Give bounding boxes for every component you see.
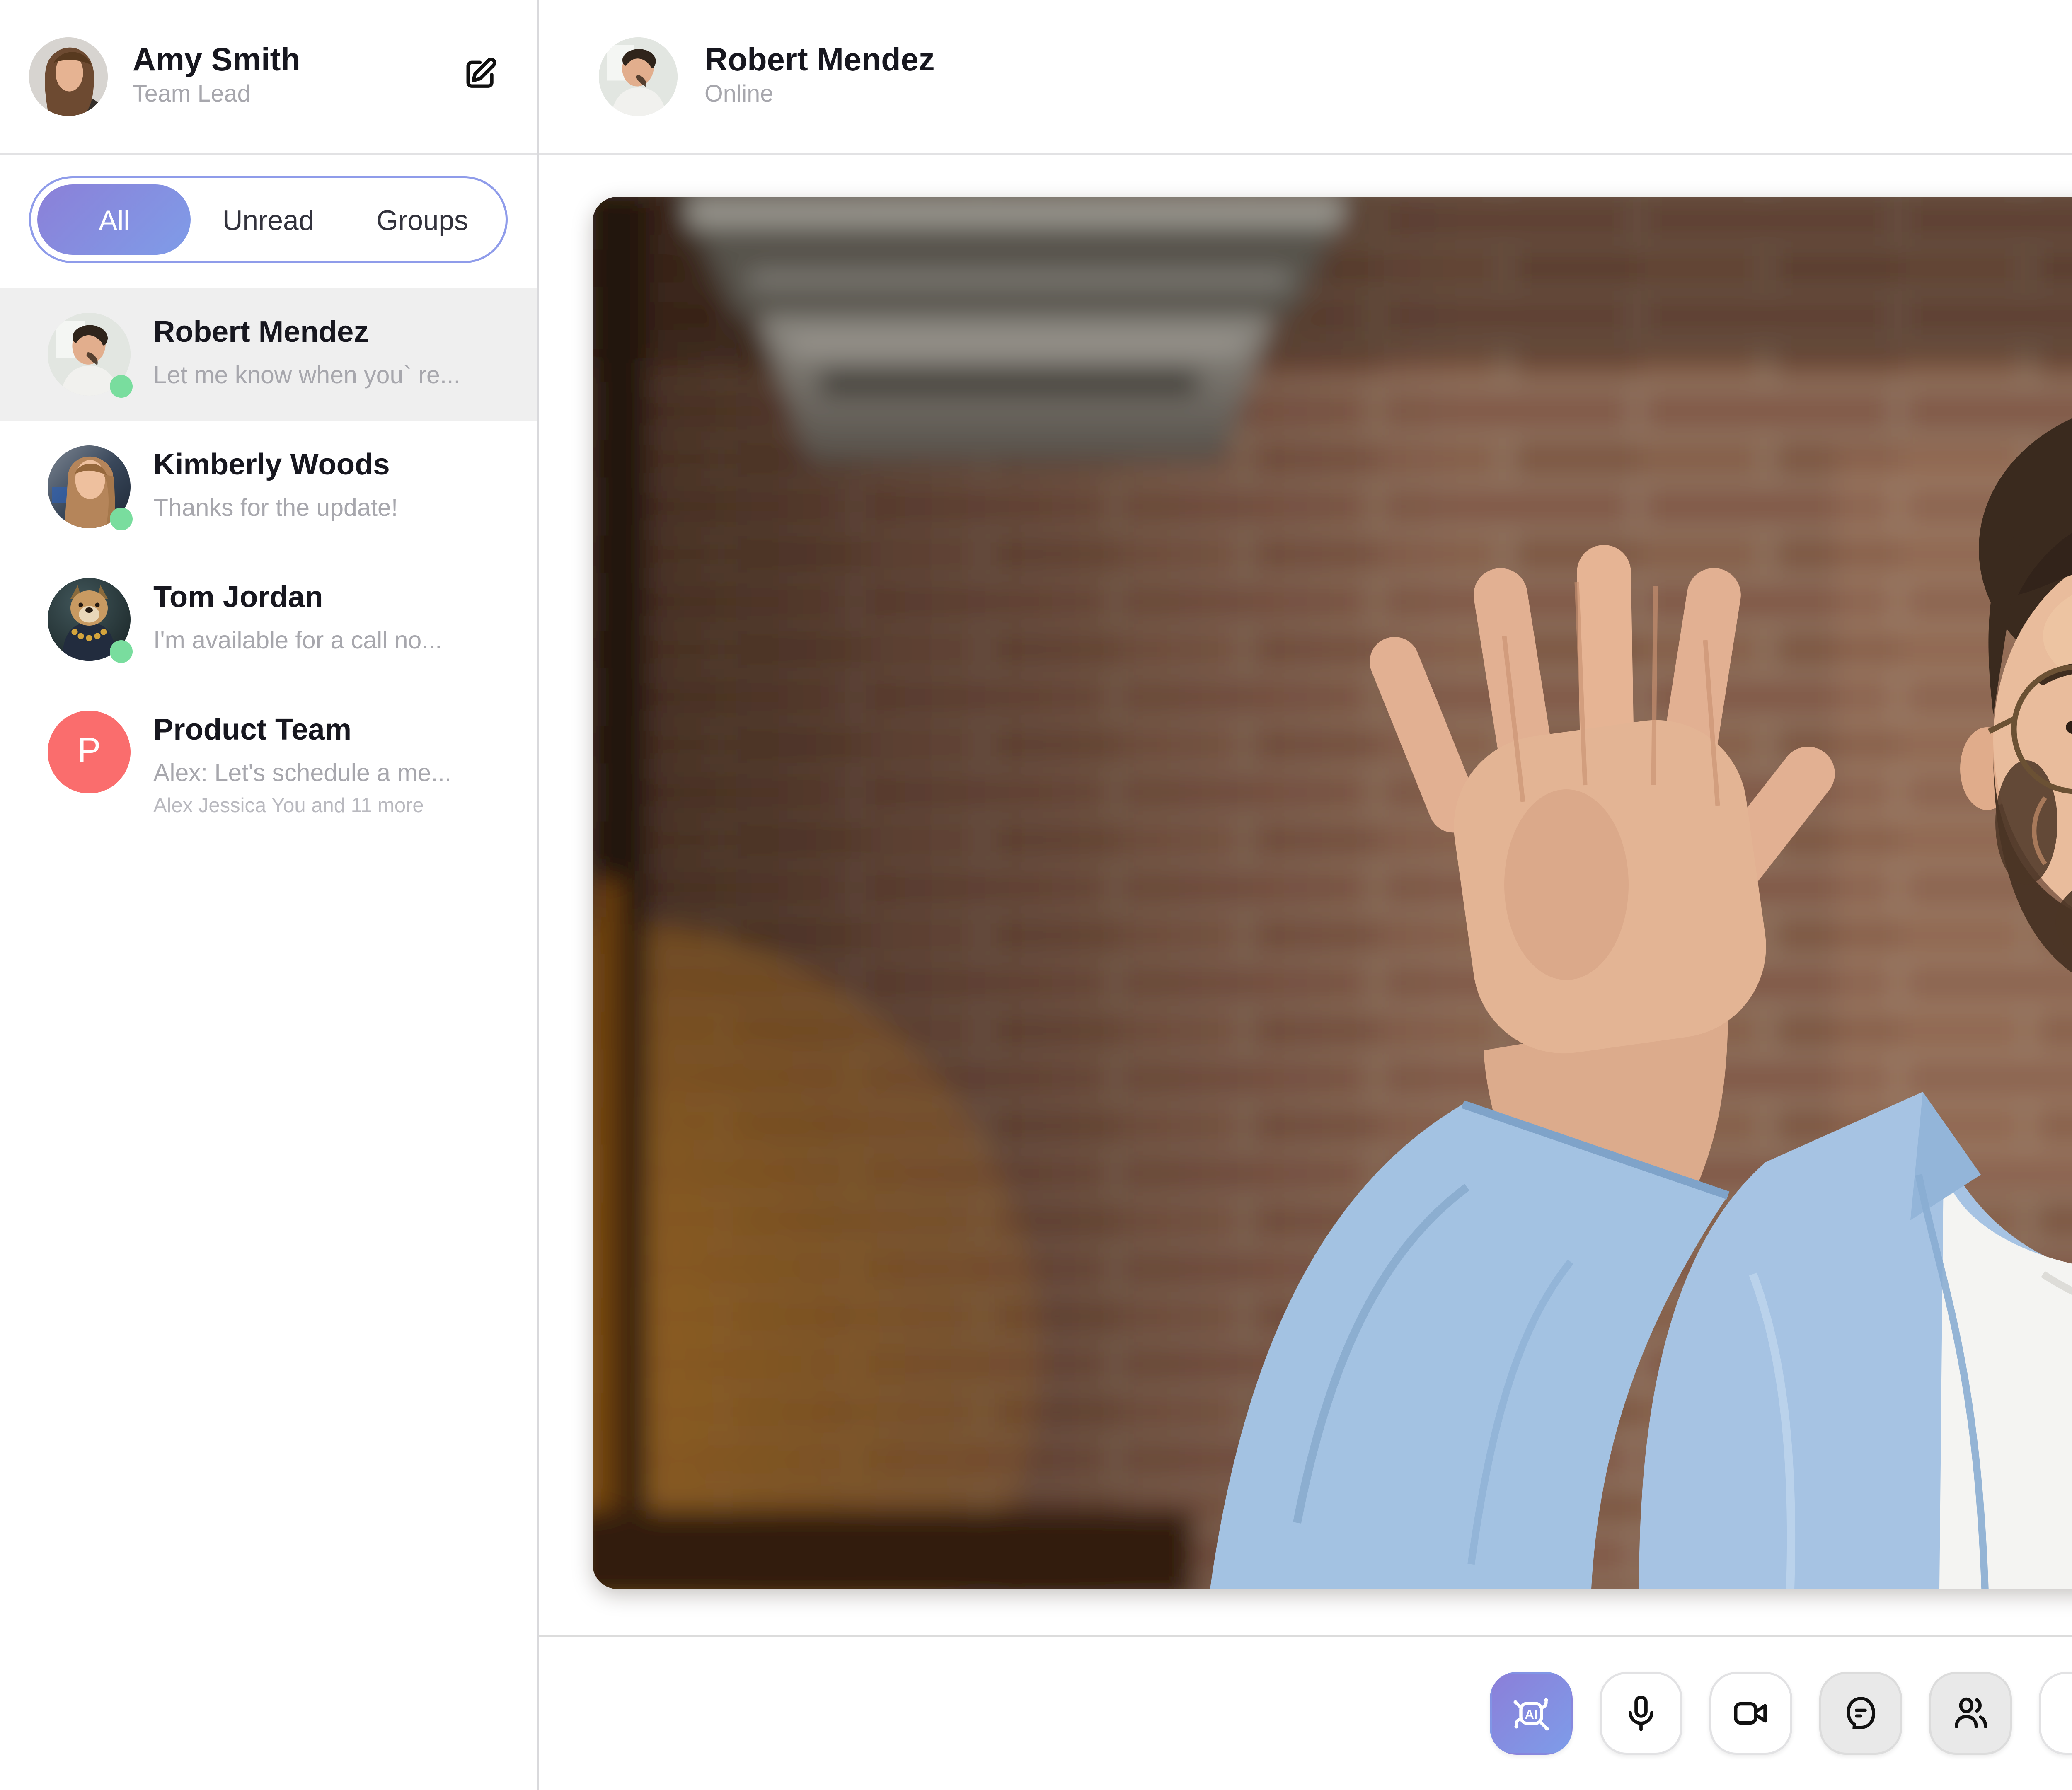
avatar bbox=[48, 313, 131, 396]
new-chat-button[interactable] bbox=[456, 52, 506, 102]
remote-video-feed bbox=[593, 197, 2072, 1589]
avatar: P bbox=[48, 711, 131, 793]
video-camera-button[interactable] bbox=[1709, 1672, 1792, 1755]
profile-identity: Amy Smith Team Lead bbox=[133, 41, 456, 112]
profile-role: Team Lead bbox=[133, 81, 456, 112]
chat-members: Alex Jessica You and 11 more bbox=[153, 793, 451, 820]
call-panel: Robert Mendez Online W21-553-241 bbox=[539, 0, 2072, 1790]
chat-button[interactable] bbox=[1819, 1672, 1902, 1755]
compose-icon bbox=[459, 52, 503, 102]
online-status-dot bbox=[110, 640, 133, 663]
tab-unread[interactable]: Unread bbox=[191, 184, 346, 255]
ai-assistant-icon: AI bbox=[1506, 1688, 1556, 1738]
avatar bbox=[48, 578, 131, 661]
peer-identity: Robert Mendez Online bbox=[704, 41, 2072, 112]
participants-button[interactable] bbox=[1929, 1672, 2012, 1755]
video-frame-illustration bbox=[593, 197, 2072, 1589]
avatar bbox=[48, 445, 131, 528]
ai-assistant-button[interactable]: AI bbox=[1490, 1672, 1573, 1755]
chat-preview: Alex: Let's schedule a me... bbox=[153, 756, 451, 789]
app-window: Amy Smith Team Lead All Unread Groups bbox=[0, 0, 2072, 1790]
chat-name: Product Team bbox=[153, 713, 451, 750]
group-letter-avatar: P bbox=[48, 711, 131, 793]
chat-name: Kimberly Woods bbox=[153, 448, 398, 485]
chat-name: Tom Jordan bbox=[153, 580, 442, 617]
online-status-dot bbox=[110, 375, 133, 398]
chat-item-product-team[interactable]: P Product Team Alex: Let's schedule a me… bbox=[0, 686, 537, 845]
peer-name: Robert Mendez bbox=[704, 41, 2072, 81]
robert-avatar-image bbox=[599, 37, 678, 116]
amy-avatar-image bbox=[29, 37, 108, 116]
chat-item-tom-jordan[interactable]: Tom Jordan I'm available for a call no..… bbox=[0, 553, 537, 686]
chat-texts: Robert Mendez Let me know when you` re..… bbox=[153, 313, 460, 392]
chat-preview: Let me know when you` re... bbox=[153, 358, 460, 392]
chat-filter-tabs: All Unread Groups bbox=[29, 176, 508, 263]
chat-texts: Kimberly Woods Thanks for the update! bbox=[153, 445, 398, 524]
call-controls: AI bbox=[539, 1672, 2072, 1755]
sidebar: Amy Smith Team Lead All Unread Groups bbox=[0, 0, 539, 1790]
chat-list: Robert Mendez Let me know when you` re..… bbox=[0, 288, 537, 845]
more-options-button[interactable] bbox=[2039, 1672, 2072, 1755]
participants-icon bbox=[1948, 1691, 1993, 1736]
chat-preview: Thanks for the update! bbox=[153, 491, 398, 524]
controls-divider bbox=[539, 1635, 2072, 1637]
microphone-icon bbox=[1618, 1691, 1664, 1736]
call-header: Robert Mendez Online W21-553-241 bbox=[539, 0, 2072, 155]
tab-groups[interactable]: Groups bbox=[345, 184, 499, 255]
chat-texts: Product Team Alex: Let's schedule a me..… bbox=[153, 711, 451, 820]
avatar bbox=[29, 37, 108, 116]
svg-text:AI: AI bbox=[1525, 1707, 1538, 1722]
avatar bbox=[599, 37, 678, 116]
tab-all[interactable]: All bbox=[37, 184, 191, 255]
online-status-dot bbox=[110, 508, 133, 530]
chat-preview: I'm available for a call no... bbox=[153, 624, 442, 657]
sidebar-header: Amy Smith Team Lead bbox=[0, 0, 537, 155]
chat-name: Robert Mendez bbox=[153, 315, 460, 352]
chat-icon bbox=[1838, 1691, 1883, 1736]
chat-item-kimberly-woods[interactable]: Kimberly Woods Thanks for the update! bbox=[0, 421, 537, 553]
microphone-button[interactable] bbox=[1600, 1672, 1682, 1755]
peer-status: Online bbox=[704, 81, 2072, 112]
chat-item-robert-mendez[interactable]: Robert Mendez Let me know when you` re..… bbox=[0, 288, 537, 421]
more-options-icon bbox=[2057, 1691, 2072, 1736]
chat-texts: Tom Jordan I'm available for a call no..… bbox=[153, 578, 442, 657]
profile-name: Amy Smith bbox=[133, 41, 456, 81]
video-camera-icon bbox=[1728, 1691, 1774, 1736]
